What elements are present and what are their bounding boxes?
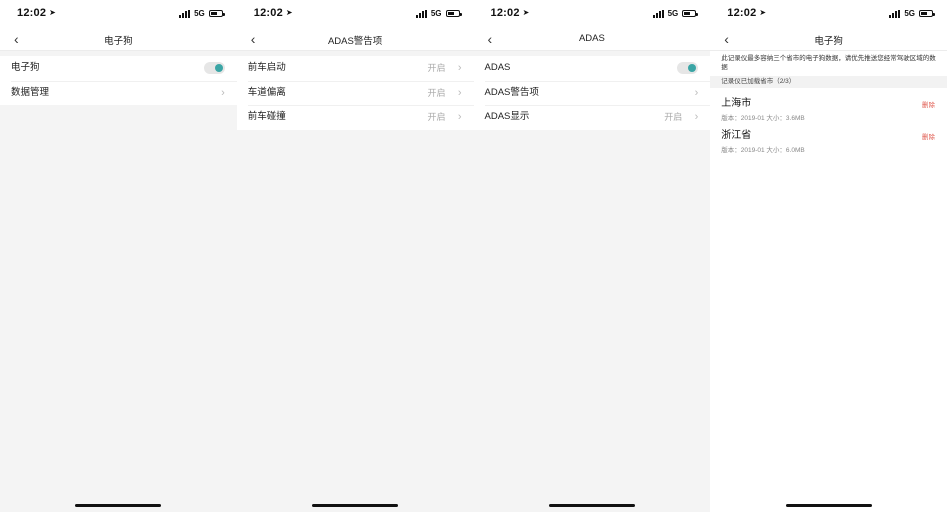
row-value: 开启 [427, 63, 446, 73]
status-time: 12:02 [17, 7, 47, 19]
electronic-dog-toggle[interactable] [203, 62, 225, 74]
row-value: 开启 [664, 112, 683, 122]
row-adas: ADAS [474, 56, 711, 81]
status-time: 12:02 [490, 7, 520, 19]
battery-icon [445, 10, 462, 17]
network-label: 5G [194, 9, 205, 18]
nav-bar: ‹ 电子狗 [710, 26, 947, 51]
location-arrow-icon: ➤ [522, 8, 530, 17]
row-front-collision[interactable]: 前车碰撞 开启 › [237, 105, 474, 130]
signal-icon [179, 9, 191, 18]
row-label: ADAS警告项 [484, 86, 539, 98]
settings-list: 电子狗 数据管理 › [0, 56, 237, 105]
battery-icon [682, 10, 699, 17]
nav-bar: ‹ ADAS警告项 [236, 26, 474, 51]
page-title: ADAS警告项 [327, 36, 383, 47]
signal-icon [889, 9, 901, 18]
signal-icon [415, 9, 428, 18]
delete-button[interactable]: 删除 [922, 131, 935, 141]
network-label: 5G [667, 9, 679, 18]
chevron-right-icon: › [694, 111, 699, 123]
status-bar: 12:02 ➤ 5G [236, 0, 474, 26]
home-indicator[interactable] [548, 504, 635, 507]
row-lane-departure[interactable]: 车道偏离 开启 › [237, 80, 474, 106]
row-adas-warnings[interactable]: ADAS警告项 › [474, 80, 711, 106]
chevron-right-icon: › [694, 86, 699, 99]
chevron-right-icon: › [457, 111, 462, 123]
row-value: 开启 [427, 112, 446, 122]
status-bar: 12:02 ➤ 5G [473, 0, 711, 26]
screen-data-management: 12:02 ➤ 5G ‹ 电子狗 此记录仪最多容纳三个省市的电子狗数据，请优先推送… [710, 0, 947, 512]
page-title: 电子狗 [104, 36, 133, 47]
row-label: 数据管理 [11, 86, 50, 98]
status-time: 12:02 [727, 7, 757, 19]
row-front-car-start[interactable]: 前车启动 开启 › [237, 56, 474, 81]
status-bar: 12:02 ➤ 5G [710, 0, 947, 26]
row-electronic-dog: 电子狗 [0, 56, 237, 81]
home-indicator[interactable] [75, 504, 162, 507]
item-name: 上海市 [721, 98, 752, 109]
row-label: 前车碰撞 [247, 111, 286, 122]
chevron-right-icon: › [221, 86, 225, 99]
item-meta: 版本：2019-01 大小：3.6MB [721, 115, 805, 122]
delete-button[interactable]: 删除 [922, 99, 935, 109]
network-label: 5G [904, 9, 915, 18]
row-label: 电子狗 [11, 62, 40, 73]
status-bar: 12:02 ➤ 5G [0, 0, 237, 26]
location-arrow-icon: ➤ [49, 8, 57, 17]
network-label: 5G [430, 9, 442, 18]
adas-toggle[interactable] [677, 62, 699, 74]
item-meta: 版本：2019-01 大小：6.0MB [721, 147, 805, 154]
row-label: 前车启动 [247, 62, 286, 73]
list-item-zhejiang: 浙江省 版本：2019-01 大小：6.0MB 删除 [721, 126, 935, 154]
row-adas-display[interactable]: ADAS显示 开启 › [474, 105, 711, 130]
screen-adas: 12:02 ➤ 5G ‹ ADAS ADAS ADAS警告项 › ADAS显示 开… [473, 0, 711, 512]
nav-bar: ‹ ADAS [473, 26, 711, 51]
notice-text: 此记录仪最多容纳三个省市的电子狗数据，请优先推送您经常驾驶区域的数据 [721, 55, 936, 71]
row-label: ADAS显示 [484, 111, 530, 122]
location-arrow-icon: ➤ [759, 8, 767, 17]
page-title: 电子狗 [814, 36, 843, 47]
chevron-right-icon: › [457, 86, 462, 99]
signal-icon [652, 9, 665, 18]
screen-electronic-dog: 12:02 ➤ 5G ‹ 电子狗 电子狗 数据管理 › [0, 0, 237, 512]
home-indicator[interactable] [785, 504, 872, 507]
nav-bar: ‹ 电子狗 [0, 26, 237, 51]
settings-list: 前车启动 开启 › 车道偏离 开启 › 前车碰撞 开启 › [236, 56, 474, 130]
home-indicator[interactable] [312, 504, 399, 507]
page-title: ADAS [578, 33, 605, 44]
list-item-shanghai: 上海市 版本：2019-01 大小：3.6MB 删除 [721, 94, 935, 122]
row-value: 开启 [427, 87, 446, 98]
battery-icon [919, 10, 935, 17]
item-name: 浙江省 [721, 130, 752, 141]
battery-icon [208, 10, 225, 17]
row-label: 车道偏离 [247, 86, 286, 98]
settings-list: ADAS ADAS警告项 › ADAS显示 开启 › [473, 56, 711, 130]
chevron-right-icon: › [457, 62, 462, 74]
row-data-management[interactable]: 数据管理 › [0, 80, 237, 106]
section-header: 记录仪已加载省市（2/3） [710, 76, 947, 88]
status-time: 12:02 [253, 7, 283, 19]
screen-adas-warnings: 12:02➤ 5G ‹ ADAS警告项 前车启动 开启 › 车道偏离 开启 › [236, 0, 474, 512]
location-arrow-icon: ➤ [285, 8, 293, 17]
row-label: ADAS [484, 62, 511, 73]
